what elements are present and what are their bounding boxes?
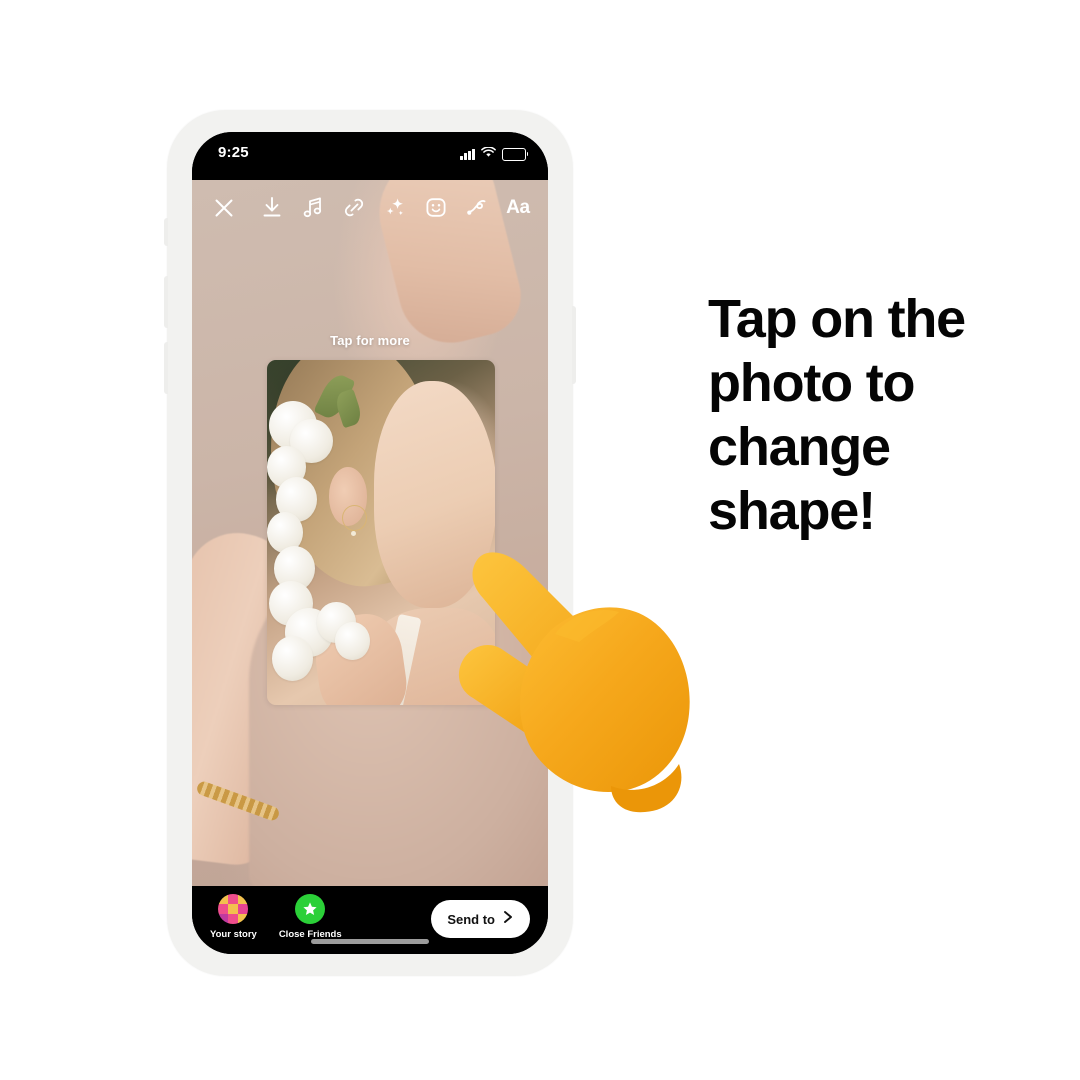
status-bar: 9:25: [192, 132, 548, 180]
power-button[interactable]: [572, 306, 576, 384]
audience-your-story-label: Your story: [210, 929, 257, 940]
white-flower: [335, 622, 370, 661]
silent-switch[interactable]: [164, 218, 168, 246]
story-toolbar: Aa: [192, 180, 548, 238]
send-to-button[interactable]: Send to: [431, 900, 530, 938]
story-canvas[interactable]: Aa Tap for more: [192, 180, 548, 886]
audience-close-friends[interactable]: Close Friends: [279, 894, 342, 940]
home-indicator: [311, 939, 429, 944]
headline-line-4: shape!: [708, 481, 876, 541]
headline: Tap on the photo to change shape!: [708, 287, 1008, 543]
tap-for-more-hint: Tap for more: [330, 333, 410, 348]
draw-icon[interactable]: [465, 194, 489, 220]
photo-sticker[interactable]: [267, 360, 495, 705]
headline-line-2: photo to: [708, 353, 915, 413]
volume-up-button[interactable]: [164, 276, 168, 328]
audience-selector: Your story Close Friends: [210, 894, 342, 940]
audience-your-story[interactable]: Your story: [210, 894, 257, 940]
download-icon[interactable]: [260, 194, 284, 220]
toolbar-actions: Aa: [260, 194, 530, 220]
pearl-earring: [342, 504, 368, 537]
status-bar-icons: [460, 145, 529, 163]
volume-down-button[interactable]: [164, 342, 168, 394]
wifi-icon: [481, 145, 496, 163]
battery-icon: [502, 147, 529, 161]
headline-line-1: Tap on the: [708, 289, 966, 349]
close-icon[interactable]: [212, 196, 236, 220]
portrait-face: [374, 380, 495, 609]
story-bottom-bar: Your story Close Friends Send to: [192, 886, 548, 954]
link-icon[interactable]: [342, 194, 366, 220]
sticker-icon[interactable]: [424, 194, 448, 220]
phone-mockup: 9:25 Aa Tap for more Your story Close Fr…: [164, 110, 576, 976]
sticker-photo-image: [267, 360, 495, 705]
white-flower: [271, 636, 313, 681]
headline-line-3: change: [708, 417, 891, 477]
sparkles-icon[interactable]: [383, 194, 407, 220]
cellular-signal-icon: [460, 148, 475, 160]
chevron-right-icon: [502, 910, 514, 929]
send-to-label: Send to: [447, 911, 495, 927]
phone-screen: 9:25 Aa Tap for more Your story Close Fr…: [192, 132, 548, 954]
close-friends-star-icon: [295, 894, 326, 924]
story-grid-avatar: [218, 894, 249, 924]
text-aa-icon[interactable]: Aa: [506, 194, 530, 220]
status-bar-time: 9:25: [218, 144, 249, 161]
music-note-icon[interactable]: [301, 194, 325, 220]
